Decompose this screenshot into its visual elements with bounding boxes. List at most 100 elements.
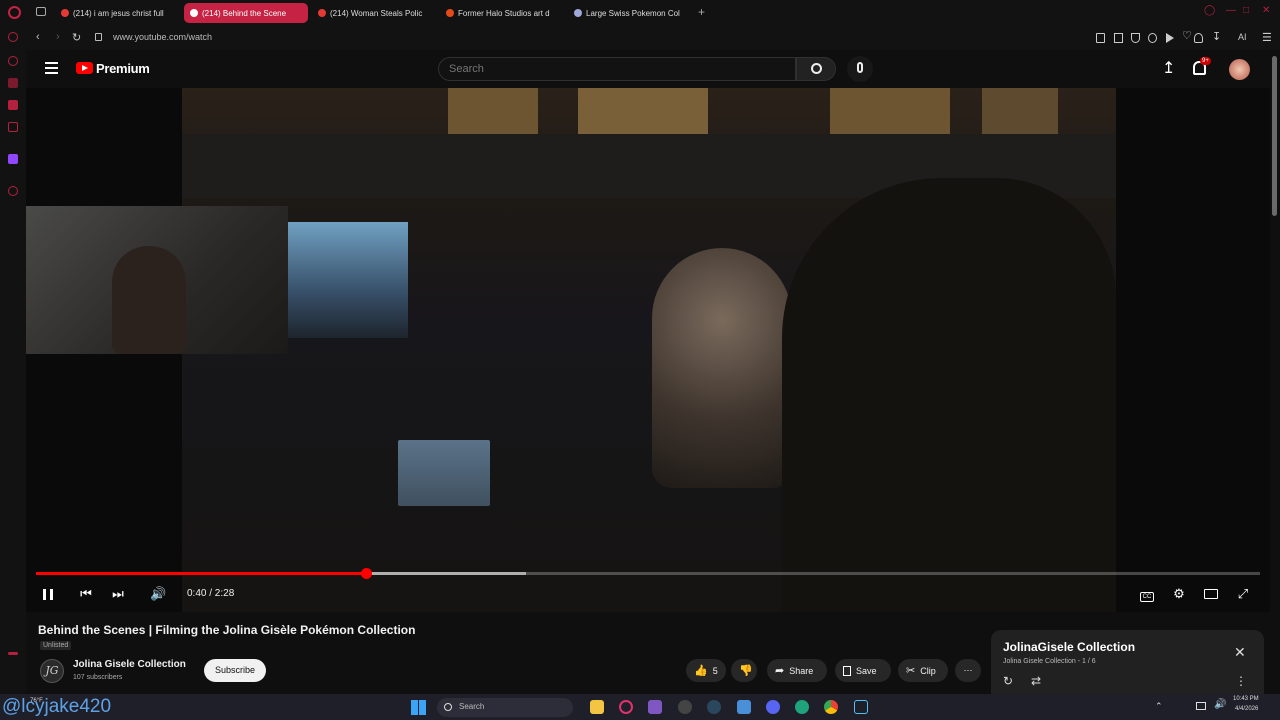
taskbar-clock-time[interactable]: 10:43 PM: [1233, 696, 1259, 702]
channel-name[interactable]: Jolina Gisele Collection: [73, 659, 186, 670]
shuffle-icon[interactable]: ⇄: [1031, 674, 1041, 688]
vpn-icon[interactable]: [1148, 33, 1157, 43]
forward-icon[interactable]: ›: [56, 31, 60, 43]
pause-button[interactable]: [40, 586, 56, 602]
sidebar-reload-icon[interactable]: [8, 32, 18, 42]
opera-icon[interactable]: [619, 700, 633, 714]
youtube-favicon-icon: [61, 9, 69, 17]
video-player[interactable]: ⏮ ⏭ 🔊 0:40 / 2:28 CC ⚙ ⤢: [26, 88, 1270, 612]
opera-logo-icon[interactable]: [8, 6, 21, 19]
bookmark-icon[interactable]: [1114, 33, 1123, 43]
more-horizontal-icon: ⋯: [963, 665, 973, 675]
snipping-tool-icon[interactable]: [854, 700, 868, 714]
search-tabs-icon[interactable]: ◯: [1204, 5, 1215, 16]
fullscreen-button[interactable]: ⤢: [1235, 586, 1251, 602]
notepad-icon[interactable]: [737, 700, 751, 714]
discord-icon[interactable]: [766, 700, 780, 714]
reload-icon[interactable]: ↻: [72, 31, 81, 44]
captions-button[interactable]: CC: [1139, 586, 1155, 602]
subscribe-button[interactable]: Subscribe: [204, 659, 266, 682]
thumbs-up-icon: 👍: [694, 665, 708, 677]
voice-search-button[interactable]: [847, 56, 873, 82]
save-button[interactable]: Save: [835, 659, 891, 682]
previous-button[interactable]: ⏮: [78, 586, 94, 602]
next-button[interactable]: ⏭: [110, 586, 126, 602]
avatar[interactable]: [1229, 59, 1250, 80]
sidebar-more-icon[interactable]: [8, 652, 18, 655]
sidebar-instagram-icon[interactable]: [8, 122, 18, 132]
site-favicon-icon: [446, 9, 454, 17]
visual-studio-icon[interactable]: [648, 700, 662, 714]
streamer-webcam-overlay: [26, 206, 288, 354]
obs-icon[interactable]: [678, 700, 692, 714]
browser-tab[interactable]: Former Halo Studios art d: [440, 3, 562, 23]
browser-tab[interactable]: Large Swiss Pokemon Col: [568, 3, 692, 23]
download-icon[interactable]: ↧: [1212, 30, 1221, 43]
more-actions-button[interactable]: ⋯: [955, 659, 981, 682]
upload-icon[interactable]: ↥: [1162, 58, 1175, 78]
url-field[interactable]: www.youtube.com/watch: [113, 32, 212, 42]
extension-icon[interactable]: [1096, 33, 1105, 43]
tray-volume-icon[interactable]: 🔊: [1214, 699, 1226, 710]
shield-icon[interactable]: [1131, 33, 1140, 43]
progress-played: [36, 572, 366, 575]
file-explorer-icon[interactable]: [590, 700, 604, 714]
settings-button[interactable]: ⚙: [1171, 586, 1187, 602]
browser-tab-active[interactable]: (214) Behind the Scene: [184, 3, 308, 23]
profile-icon[interactable]: [1194, 33, 1203, 43]
video-frame: [182, 88, 1116, 612]
video-title: Behind the Scenes | Filming the Jolina G…: [38, 623, 416, 637]
next-icon: ⏭: [112, 586, 124, 601]
steam-icon[interactable]: [707, 700, 721, 714]
scrollbar-thumb[interactable]: [1272, 56, 1277, 216]
search-icon: [811, 63, 822, 74]
sidebar-history-icon[interactable]: [8, 186, 18, 196]
heart-icon[interactable]: ♡: [1182, 29, 1192, 42]
edge-icon[interactable]: [795, 700, 809, 714]
time-display: 0:40 / 2:28: [187, 588, 235, 599]
browser-tab[interactable]: (214) Woman Steals Polic: [312, 3, 434, 23]
close-window-icon[interactable]: ✕: [1262, 5, 1270, 16]
share-button[interactable]: ➦ Share: [767, 659, 827, 682]
back-icon[interactable]: ‹: [36, 31, 40, 43]
search-button[interactable]: [796, 57, 836, 81]
windows-start-icon[interactable]: [411, 700, 426, 715]
youtube-favicon-icon: [318, 9, 326, 17]
progress-scrubber[interactable]: [361, 568, 372, 579]
taskbar-clock-date[interactable]: 4/4/2026: [1235, 706, 1258, 712]
miniplayer-button[interactable]: [1203, 586, 1219, 602]
tray-chevron-icon[interactable]: ⌃: [1155, 701, 1163, 712]
chrome-icon[interactable]: [824, 700, 838, 714]
sidebar-lock-icon[interactable]: [8, 78, 18, 88]
playlist-title[interactable]: JolinaGisele Collection: [1003, 640, 1135, 654]
youtube-logo-icon[interactable]: [76, 62, 93, 74]
minimize-icon[interactable]: —: [1226, 5, 1236, 16]
sidebar-twitch-icon[interactable]: [8, 154, 18, 164]
loop-icon[interactable]: ↻: [1003, 674, 1013, 688]
sidebar-messenger-icon[interactable]: [8, 100, 18, 110]
playlist-panel: JolinaGisele Collection Jolina Gisele Co…: [991, 630, 1264, 694]
close-icon[interactable]: ✕: [1234, 644, 1246, 661]
sidebar-aria-icon[interactable]: [8, 56, 18, 66]
volume-button[interactable]: 🔊: [150, 586, 166, 602]
dislike-button[interactable]: 👎: [731, 659, 757, 682]
tray-network-icon[interactable]: [1196, 702, 1206, 710]
like-button[interactable]: 👍 5: [686, 659, 726, 682]
new-tab-button[interactable]: +: [698, 5, 705, 19]
ai-button[interactable]: AI: [1238, 32, 1247, 42]
more-vertical-icon[interactable]: ⋮: [1235, 674, 1247, 688]
youtube-premium-logo[interactable]: Premium: [96, 61, 150, 76]
menu-icon[interactable]: ☰: [1262, 31, 1272, 44]
channel-avatar[interactable]: JG: [40, 659, 64, 683]
clip-button[interactable]: ✂ Clip: [898, 659, 948, 682]
tab-overview-icon[interactable]: [36, 7, 46, 16]
maximize-icon[interactable]: □: [1243, 5, 1249, 16]
search-input[interactable]: [438, 57, 796, 81]
taskbar-search[interactable]: Search: [437, 698, 573, 717]
browser-sidebar: [0, 26, 26, 694]
hamburger-menu-icon[interactable]: [45, 62, 58, 74]
page-scrollbar[interactable]: [1270, 50, 1280, 694]
browser-tab[interactable]: (214) i am jesus christ full: [55, 3, 175, 23]
play-icon[interactable]: [1166, 33, 1174, 43]
like-count: 5: [712, 665, 718, 676]
